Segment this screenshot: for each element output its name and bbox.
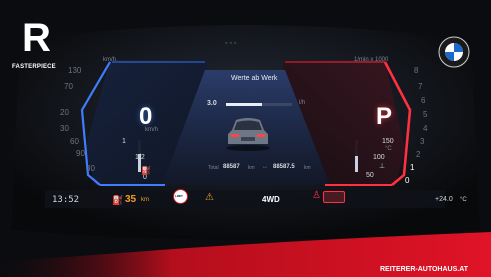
- rpm-tick-label: 7: [418, 82, 423, 91]
- rpm-tick-label: 1: [410, 163, 415, 172]
- speed-limit-sign-text: LIMIT: [175, 194, 183, 198]
- trip-value: 88587.5: [273, 164, 295, 170]
- warning-triangle-icon: ⚠: [205, 192, 214, 203]
- rpm-tick-label: 8: [414, 66, 419, 75]
- odometer-value: 88587: [223, 164, 240, 170]
- temp-label-unit: °C: [385, 146, 392, 152]
- consumption-bar-fill: [226, 103, 263, 106]
- gear-indicator: P: [376, 103, 393, 130]
- speed-unit: km/h: [145, 127, 159, 133]
- instrument-cluster: R FASTERPIECE ◦ ◦ ◦ km/h 130 70 20 30 60…: [0, 0, 491, 277]
- speed-tick-label: 130: [68, 66, 82, 75]
- consumption-bar-track: [226, 103, 292, 106]
- consumption-unit: l/h: [299, 100, 306, 106]
- trip-unit: km: [304, 165, 311, 171]
- speed-tick-label: 70: [64, 82, 73, 91]
- rpm-tick-label: 6: [421, 96, 426, 105]
- temp-label-low: 50: [366, 172, 374, 179]
- range-value: 35: [125, 194, 137, 205]
- temp-gauge-fill: [355, 156, 358, 172]
- rpm-tick-label: 0: [405, 176, 410, 185]
- brand-logo-letter: R: [22, 16, 51, 60]
- speed-tick-label: 20: [60, 108, 69, 117]
- center-title: Werte ab Werk: [231, 75, 278, 82]
- clock-time: 13:52: [52, 195, 80, 205]
- odometer-label: Total: [208, 165, 219, 171]
- seatbelt-warning-icon: ♙: [312, 190, 321, 201]
- trip-arrow-icon: ↔: [262, 164, 268, 170]
- odometer-unit: km: [248, 165, 255, 171]
- speed-tick-label: 90: [76, 149, 85, 158]
- door-open-icon: [323, 191, 345, 203]
- consumption-value: 3.0: [207, 100, 217, 107]
- range-unit: km: [141, 197, 149, 203]
- coolant-temp-icon: ⊥: [379, 163, 386, 170]
- drive-mode: 4WD: [262, 195, 280, 204]
- rpm-tick-label: 3: [420, 137, 425, 146]
- rpm-tick-label: 2: [416, 150, 421, 159]
- temp-label-high: 150: [382, 138, 394, 145]
- brand-logo-caption: FASTERPIECE: [12, 64, 56, 70]
- bmw-logo-icon: [438, 36, 470, 68]
- fuel-label-empty: 0: [143, 174, 147, 181]
- outside-temp-unit: °C: [460, 197, 467, 203]
- car-icon: [226, 118, 270, 151]
- speed-tick-label: 30: [86, 164, 95, 173]
- brand-logo: R FASTERPIECE: [10, 16, 62, 76]
- outside-temp: +24.0: [435, 196, 453, 203]
- temp-label-mid: 100: [373, 154, 385, 161]
- speed-tick-label: 60: [70, 137, 79, 146]
- fuel-label-full: 1: [122, 138, 126, 145]
- fuel-range-icon: ⛽: [112, 195, 124, 205]
- fuel-label-half: 1/2: [135, 154, 145, 161]
- dealer-banner-text: REITERER-AUTOHAUS.AT: [380, 266, 469, 273]
- speed-limit-sign-icon: LIMIT: [173, 189, 188, 204]
- rpm-unit-top: 1/min x 1000: [354, 57, 389, 63]
- fuel-pump-icon: ⛽: [141, 166, 151, 175]
- temp-gauge-track: [355, 140, 358, 172]
- speed-tick-label: 30: [60, 124, 69, 133]
- rpm-tick-label: 4: [423, 124, 428, 133]
- speed-unit-top: km/h: [103, 57, 117, 63]
- top-indicator-icon: ◦ ◦ ◦: [225, 40, 237, 47]
- rpm-tick-label: 5: [423, 110, 428, 119]
